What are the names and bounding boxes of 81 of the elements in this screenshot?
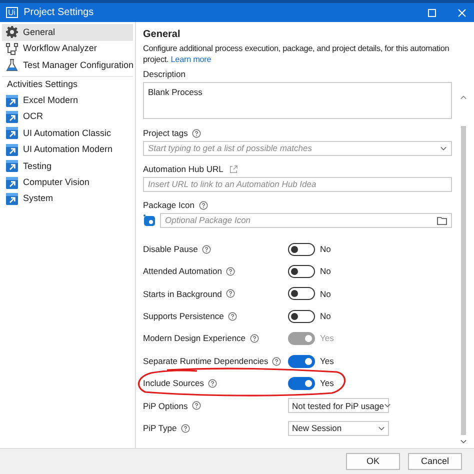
external-link-icon bbox=[229, 164, 238, 174]
window-title: Project Settings bbox=[24, 6, 95, 20]
toggle-state-label: Yes bbox=[320, 377, 334, 390]
help-icon[interactable] bbox=[228, 312, 237, 321]
chevron-up-icon bbox=[460, 95, 466, 100]
field-label: Automation Hub URL bbox=[143, 162, 224, 176]
help-icon[interactable] bbox=[202, 244, 211, 254]
activity-package-icon bbox=[6, 127, 18, 140]
toggle-state-label: Yes bbox=[320, 354, 334, 368]
sidebar-item[interactable]: OCR bbox=[2, 108, 133, 126]
section-heading: General bbox=[143, 28, 182, 41]
help-icon[interactable] bbox=[250, 334, 259, 344]
toggle-state-label: No bbox=[320, 288, 331, 300]
setting-label: Attended Automation bbox=[143, 265, 222, 278]
help-icon[interactable] bbox=[208, 379, 217, 388]
setting-label: Supports Persistence bbox=[143, 310, 224, 323]
toggle-state-label: No bbox=[320, 265, 331, 278]
dropdown[interactable]: Not tested for PiP usage bbox=[288, 398, 389, 414]
setting-label: Modern Design Experience bbox=[143, 332, 246, 346]
cancel-button[interactable]: Cancel bbox=[408, 453, 462, 470]
activity-package-icon bbox=[6, 176, 18, 189]
help-icon[interactable] bbox=[192, 401, 201, 410]
setting-label: PiP Type bbox=[143, 422, 177, 435]
field-label: Project tags bbox=[143, 126, 188, 140]
section-header: Activities Settings bbox=[6, 78, 79, 91]
sidebar-item[interactable]: Test Manager Configuration bbox=[2, 57, 133, 74]
url-field[interactable]: Insert URL to link to an Automation Hub Idea bbox=[143, 177, 452, 192]
tags-field[interactable]: Start typing to get a list of possible matches bbox=[143, 141, 452, 156]
sidebar-item[interactable]: Workflow Analyzer bbox=[2, 40, 133, 57]
toggle-switch[interactable] bbox=[288, 287, 315, 300]
maximize-icon[interactable] bbox=[428, 8, 436, 16]
help-icon[interactable] bbox=[226, 289, 235, 298]
activity-package-icon bbox=[6, 160, 18, 172]
flask-icon bbox=[6, 59, 18, 72]
help-icon[interactable] bbox=[192, 128, 201, 138]
activity-package-icon bbox=[6, 94, 18, 107]
ok-button[interactable]: OK bbox=[346, 453, 400, 470]
chevron-down-icon bbox=[440, 146, 447, 151]
sidebar-item[interactable]: Excel Modern bbox=[2, 92, 133, 109]
toggle-switch[interactable] bbox=[288, 242, 315, 256]
sidebar-item[interactable]: UI Automation Modern bbox=[2, 142, 133, 158]
package-icon bbox=[143, 214, 156, 227]
help-icon[interactable] bbox=[226, 267, 235, 276]
field-label: Package Icon bbox=[143, 198, 195, 212]
help-icon[interactable] bbox=[272, 356, 282, 366]
sidebar-item[interactable]: System bbox=[2, 190, 133, 208]
chevron-down-icon bbox=[378, 426, 385, 431]
icon-path-field[interactable]: Optional Package Icon bbox=[160, 213, 452, 228]
close-icon[interactable] bbox=[458, 8, 466, 16]
toggle-state-label: Yes bbox=[320, 332, 334, 346]
workflow-icon bbox=[6, 42, 18, 55]
activity-package-icon bbox=[6, 111, 18, 124]
setting-label: Starts in Background bbox=[143, 288, 222, 300]
help-icon[interactable] bbox=[198, 200, 208, 210]
activity-package-icon bbox=[6, 144, 18, 156]
toggle-switch[interactable] bbox=[288, 265, 315, 278]
chevron-down-icon bbox=[384, 403, 391, 408]
folder-icon bbox=[437, 216, 447, 224]
toggle-switch[interactable] bbox=[288, 377, 315, 390]
field-label: Description bbox=[143, 68, 186, 80]
app-logo: Ui bbox=[6, 7, 18, 18]
setting-label: PiP Options bbox=[143, 400, 188, 412]
activity-package-icon bbox=[6, 193, 18, 206]
toggle-switch[interactable] bbox=[288, 354, 315, 368]
sidebar-item[interactable]: Computer Vision bbox=[2, 174, 133, 191]
help-icon[interactable] bbox=[180, 424, 190, 433]
toggle-switch[interactable] bbox=[288, 310, 315, 323]
setting-label: Disable Pause bbox=[143, 242, 198, 256]
toggle-state-label: No bbox=[320, 310, 331, 323]
chevron-down-icon bbox=[460, 439, 466, 444]
gear-icon bbox=[6, 26, 18, 38]
learn-more-link[interactable]: Learn more bbox=[170, 55, 212, 64]
dropdown[interactable]: New Session bbox=[288, 420, 389, 436]
sidebar-item[interactable]: UI Automation Classic bbox=[2, 125, 133, 142]
intro-text: Configure additional process execution, package, and project details, for this automation project. Learn more bbox=[143, 43, 450, 65]
description-field[interactable]: Blank Process bbox=[143, 82, 452, 119]
sidebar-item[interactable]: General bbox=[2, 24, 133, 40]
toggle-state-label: No bbox=[320, 242, 331, 256]
setting-label: Separate Runtime Dependencies bbox=[143, 354, 268, 368]
setting-label: Include Sources bbox=[143, 377, 204, 390]
sidebar-item[interactable]: Testing bbox=[2, 158, 133, 174]
